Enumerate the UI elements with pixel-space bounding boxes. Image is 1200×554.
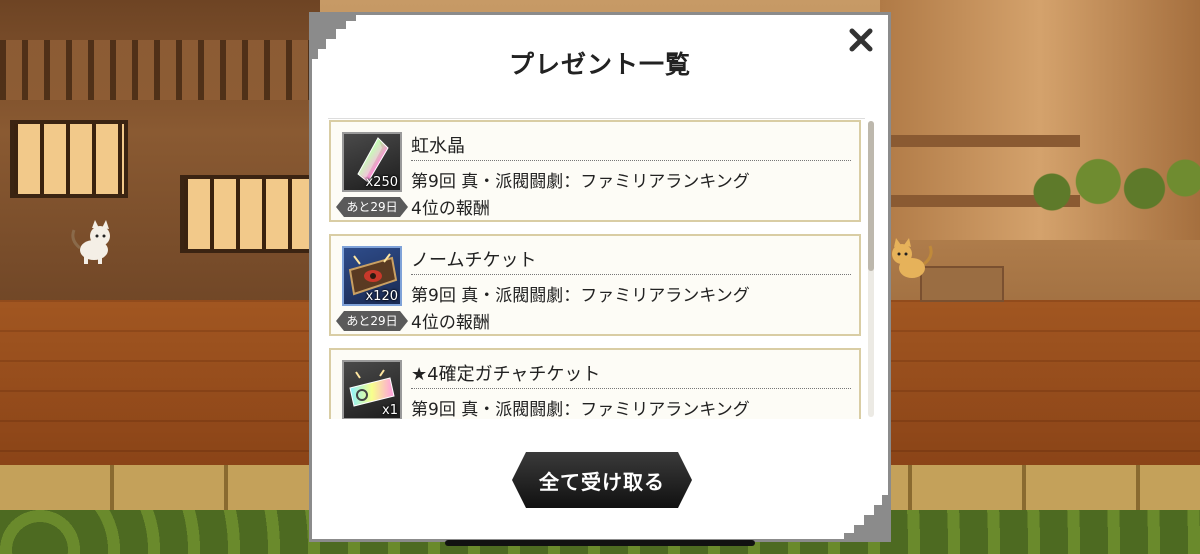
- present-item[interactable]: x1 ★4確定ガチャチケット 第9回 真・派閥闘劇：ファミリアランキング: [329, 348, 861, 419]
- home-indicator[interactable]: [445, 540, 755, 546]
- present-list-modal: プレゼント一覧 x250 あと29日 虹水晶 第9回 真・派閥闘劇：ファミリアラ…: [309, 12, 891, 542]
- item-description: 4位の報酬: [411, 313, 490, 333]
- background-trees: [1015, 150, 1200, 220]
- item-name: 虹水晶: [411, 136, 465, 157]
- remaining-days-badge: あと29日: [336, 311, 408, 331]
- item-name: ★4確定ガチャチケット: [411, 364, 601, 385]
- close-button[interactable]: [846, 25, 876, 55]
- present-list[interactable]: x250 あと29日 虹水晶 第9回 真・派閥闘劇：ファミリアランキング 4位の…: [328, 118, 865, 419]
- item-description: 第9回 真・派閥闘劇：ファミリアランキング: [411, 172, 750, 192]
- scrollbar-thumb[interactable]: [868, 121, 874, 271]
- item-divider: [411, 388, 851, 389]
- item-divider: [411, 160, 851, 161]
- background-window: [180, 175, 313, 253]
- item-icon-frame: x120: [342, 246, 402, 306]
- modal-title: プレゼント一覧: [508, 50, 691, 79]
- item-quantity: x1: [382, 403, 398, 418]
- background-tower-band: [880, 135, 1080, 147]
- background-balcony: [0, 40, 320, 100]
- close-x-icon: [849, 28, 873, 52]
- cat-character-icon: [71, 220, 110, 264]
- item-quantity: x250: [365, 175, 398, 190]
- remaining-days-badge: あと29日: [336, 197, 408, 217]
- present-item[interactable]: x120 あと29日 ノームチケット 第9回 真・派閥闘劇：ファミリアランキング…: [329, 234, 861, 336]
- scrollbar[interactable]: [868, 121, 874, 417]
- item-description: 第9回 真・派閥闘劇：ファミリアランキング: [411, 400, 750, 419]
- item-quantity: x120: [365, 289, 398, 304]
- cat-character-icon: [892, 238, 933, 278]
- receive-all-button[interactable]: 全て受け取る: [512, 452, 692, 508]
- background-window: [10, 120, 128, 198]
- item-icon-frame: x1: [342, 360, 402, 419]
- item-description: 第9回 真・派閥闘劇：ファミリアランキング: [411, 286, 750, 306]
- present-item[interactable]: x250 あと29日 虹水晶 第9回 真・派閥闘劇：ファミリアランキング 4位の…: [329, 120, 861, 222]
- item-description: 4位の報酬: [411, 199, 490, 219]
- item-divider: [411, 274, 851, 275]
- item-name: ノームチケット: [411, 250, 537, 271]
- corner-ornament-icon: [844, 495, 888, 539]
- item-icon-frame: x250: [342, 132, 402, 192]
